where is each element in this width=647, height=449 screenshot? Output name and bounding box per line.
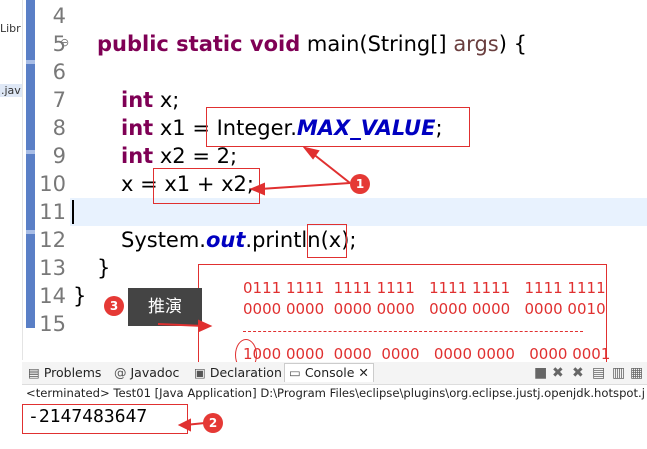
code-text: System. [121,228,206,252]
tab-label: Declaration [209,365,282,380]
pin-console-icon[interactable]: ▦ [630,365,643,381]
code-text: main(String[] [300,32,454,56]
step-badge-2: 2 [203,413,223,433]
ruler-marker [26,150,35,154]
line-number: 12 [39,228,66,252]
ruler-marker [26,60,35,64]
line-number: 11 [39,200,66,224]
tab-javadoc[interactable]: @ Javadoc [114,364,179,382]
java-file-item[interactable]: .jav [0,84,22,97]
keyword: int [121,144,154,168]
parameter: args [453,32,499,56]
code-line-close-method[interactable]: } [97,254,110,282]
code-text: x2 = 2; [153,144,238,168]
binary-row-max-value: 0111 1111 1111 1111 1111 1111 1111 1111 [243,279,606,297]
annotation-box-max-value [206,107,470,147]
text-caret [72,200,74,224]
scroll-lock-icon[interactable]: ▥ [612,365,625,381]
remove-launch-icon[interactable]: ✖ [552,365,564,381]
arrow-1b [259,182,351,190]
code-line-method-signature[interactable]: public static void main(String[] args) { [97,30,527,58]
close-icon[interactable]: ✕ [354,365,368,380]
keyword: int [121,88,154,112]
terminate-icon[interactable]: ■ [534,365,547,381]
tab-label: Console [304,365,355,380]
code-text: ) { [498,32,527,56]
code-text: x; [153,88,180,112]
tab-declaration[interactable]: ▣ Declaration [194,364,282,382]
view-tabs-bar: ▤ Problems @ Javadoc ▣ Declaration ▭ Console… [22,362,647,385]
tab-label: Problems [43,365,102,380]
line-number: 10 [39,172,66,196]
tab-console[interactable]: ▭ Console ✕ [284,363,374,382]
remove-all-icon[interactable]: ✖ [572,365,584,381]
line-number: 6 [52,60,66,84]
console-output: -2147483647 [28,406,148,427]
line-number: 4 [52,4,66,28]
line-number: 14 [39,284,66,308]
code-line-close-class[interactable]: } [73,282,86,310]
line-number: 8 [52,116,66,140]
arrow-1a-head [302,146,320,160]
arrow-2 [184,422,206,426]
tab-label: Javadoc [130,365,180,380]
ruler-marker [26,230,35,234]
console-status-line: <terminated> Test01 [Java Application] D… [26,386,645,400]
binary-separator [243,331,583,332]
line-number: 9 [52,144,66,168]
step-badge-3: 3 [104,296,124,316]
annotation-box-x [307,224,347,258]
at-sign-icon: @ [114,365,127,380]
static-field: out [205,228,246,252]
line-number: 7 [52,88,66,112]
fold-toggle-icon[interactable]: ⊖ [60,36,69,49]
arrow-1a [311,152,351,184]
keyword: public static void [97,32,301,56]
library-item[interactable]: Libr [0,22,21,35]
problems-icon: ▤ [28,365,40,380]
annotation-box-sum [153,168,260,204]
code-line-decl-x[interactable]: int x; [121,86,179,114]
binary-row-two: 0000 0000 0000 0000 0000 0000 0000 0010 [243,300,606,318]
step-badge-1: 1 [350,174,370,194]
declaration-icon: ▣ [194,365,206,380]
clear-console-icon[interactable]: ▤ [592,365,605,381]
package-explorer-edge: Libr .jav [0,0,23,360]
line-number: 15 [39,312,66,336]
binary-row-result: 1000 0000 0000 0000 0000 0000 0000 0001 [243,345,611,363]
console-icon: ▭ [289,365,301,380]
deduction-label: 推演 [128,288,202,326]
overview-ruler[interactable] [26,0,35,328]
keyword: int [121,116,154,140]
tab-problems[interactable]: ▤ Problems [28,364,101,382]
binary-calculation-box: 0111 1111 1111 1111 1111 1111 1111 1111 … [198,264,611,372]
line-number: 13 [39,256,66,280]
